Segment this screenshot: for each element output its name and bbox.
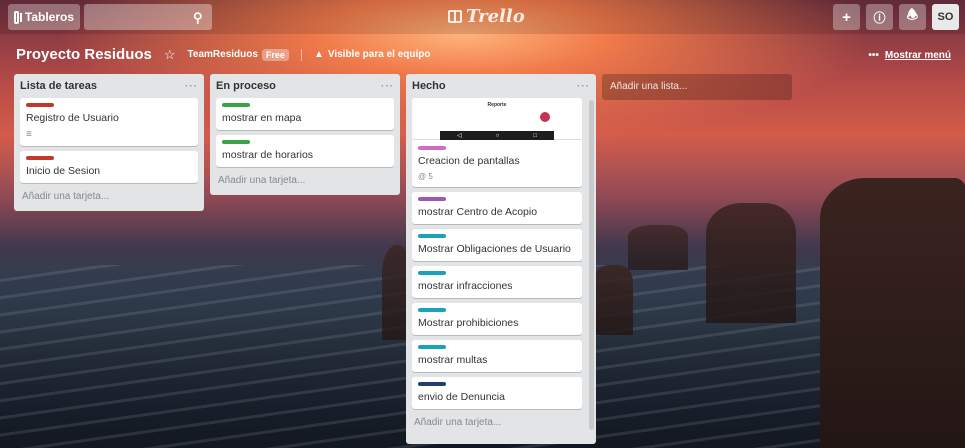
card[interactable]: mostrar en mapa <box>216 98 394 130</box>
trello-logo-icon <box>448 10 462 23</box>
star-icon[interactable]: ☆ <box>164 47 176 63</box>
list-menu-icon[interactable]: ··· <box>381 81 394 92</box>
team-button[interactable]: TeamResiduos Free <box>187 48 289 61</box>
list-title[interactable]: Hecho <box>412 80 446 92</box>
board-header: Proyecto Residuos ☆ TeamResiduos Free ▲ … <box>16 46 430 63</box>
card-title: mostrar infracciones <box>418 280 513 292</box>
phone-nav-bar: ◁ ○ □ <box>440 131 554 140</box>
card-label <box>418 197 446 201</box>
card[interactable]: Registro de Usuario ≡ <box>20 98 198 146</box>
background-rock <box>706 203 796 323</box>
card-title: mostrar en mapa <box>222 112 302 124</box>
list-scrollbar[interactable] <box>589 100 594 430</box>
bell-icon[interactable]: 🕭 <box>899 4 926 30</box>
attachment-badge: @ 5 <box>418 172 433 181</box>
phone-screen-title: Reporte <box>487 102 507 108</box>
card-label <box>26 156 54 160</box>
description-icon: ≡ <box>26 129 32 140</box>
card-label <box>26 103 54 107</box>
card-label <box>418 271 446 275</box>
visibility-button[interactable]: ▲ Visible para el equipo <box>314 49 431 60</box>
boards-button[interactable]: Tableros <box>8 4 80 30</box>
list-menu-icon[interactable]: ··· <box>577 81 590 92</box>
card-title: mostrar multas <box>418 354 488 366</box>
card[interactable]: mostrar infracciones <box>412 266 582 298</box>
boards-label: Tableros <box>24 10 74 24</box>
divider <box>300 48 302 61</box>
card-label <box>222 103 250 107</box>
list-header[interactable]: Lista de tareas ··· <box>20 78 198 94</box>
boards-icon <box>14 10 22 24</box>
search-icon[interactable]: ⚲ <box>193 10 203 26</box>
show-menu-label: Mostrar menú <box>884 50 951 61</box>
add-list-button[interactable]: Añadir una lista... <box>602 74 792 100</box>
card-title: Inicio de Sesion <box>26 165 101 177</box>
background-rock <box>593 265 633 335</box>
back-icon: ◁ <box>457 133 462 139</box>
card[interactable]: mostrar de horarios <box>216 135 394 167</box>
add-card-button[interactable]: Añadir una tarjeta... <box>216 172 394 189</box>
card[interactable]: mostrar multas <box>412 340 582 372</box>
card-title: mostrar Centro de Acopio <box>418 206 538 218</box>
board-title[interactable]: Proyecto Residuos <box>16 46 152 63</box>
list-menu-icon[interactable]: ··· <box>185 81 198 92</box>
card-label <box>418 234 446 238</box>
team-visibility-icon: ▲ <box>313 49 324 60</box>
add-card-button[interactable]: Añadir una tarjeta... <box>412 414 590 431</box>
card-label <box>418 308 446 312</box>
menu-dots-icon: ••• <box>868 50 879 61</box>
card-label <box>418 146 446 150</box>
list-en-proceso: En proceso ··· mostrar en mapa mostrar d… <box>210 74 400 195</box>
visibility-label: Visible para el equipo <box>327 49 431 60</box>
card[interactable]: Mostrar Obligaciones de Usuario <box>412 229 582 261</box>
card[interactable]: envio de Denuncia <box>412 377 582 409</box>
list-header[interactable]: Hecho ··· <box>412 78 590 94</box>
team-name: TeamResiduos <box>187 49 258 60</box>
background-rock <box>820 178 965 448</box>
card[interactable]: Inicio de Sesion <box>20 151 198 183</box>
card-label <box>418 382 446 386</box>
phone-screenshot: Reporte ◁ ○ □ <box>440 98 554 140</box>
card-title: Registro de Usuario <box>26 112 119 124</box>
card-title: mostrar de horarios <box>222 149 314 161</box>
home-icon: ○ <box>495 132 500 139</box>
card-cover-image: Reporte ◁ ○ □ <box>412 98 582 140</box>
card-title: Mostrar Obligaciones de Usuario <box>418 243 571 255</box>
list-header[interactable]: En proceso ··· <box>216 78 394 94</box>
add-card-button[interactable]: Añadir una tarjeta... <box>20 188 198 205</box>
free-badge: Free <box>261 48 289 61</box>
card[interactable]: Reporte ◁ ○ □ Creacion de pantallas @ 5 <box>412 98 582 187</box>
header-actions: + ⓘ 🕭 SO <box>833 4 959 30</box>
list-lista-de-tareas: Lista de tareas ··· Registro de Usuario … <box>14 74 204 211</box>
list-title[interactable]: Lista de tareas <box>20 80 97 92</box>
show-menu-button[interactable]: ••• Mostrar menú <box>868 50 951 61</box>
phone-dot-icon <box>540 112 550 122</box>
card[interactable]: mostrar Centro de Acopio <box>412 192 582 224</box>
trello-logo-text: Trello <box>466 6 525 27</box>
list-hecho: Hecho ··· Reporte ◁ ○ □ Creacion de pant… <box>406 74 596 444</box>
info-icon[interactable]: ⓘ <box>866 4 893 30</box>
card-title: Creacion de pantallas <box>418 155 520 167</box>
avatar[interactable]: SO <box>932 4 959 30</box>
recents-icon: □ <box>533 132 537 139</box>
card-label <box>418 345 446 349</box>
card-label <box>222 140 250 144</box>
background-rock <box>628 225 688 270</box>
trello-logo[interactable]: Trello <box>448 6 525 27</box>
card-title: Mostrar prohibiciones <box>418 317 519 329</box>
list-title[interactable]: En proceso <box>216 80 276 92</box>
card[interactable]: Mostrar prohibiciones <box>412 303 582 335</box>
plus-icon[interactable]: + <box>833 4 860 30</box>
card-title: envio de Denuncia <box>418 391 505 403</box>
